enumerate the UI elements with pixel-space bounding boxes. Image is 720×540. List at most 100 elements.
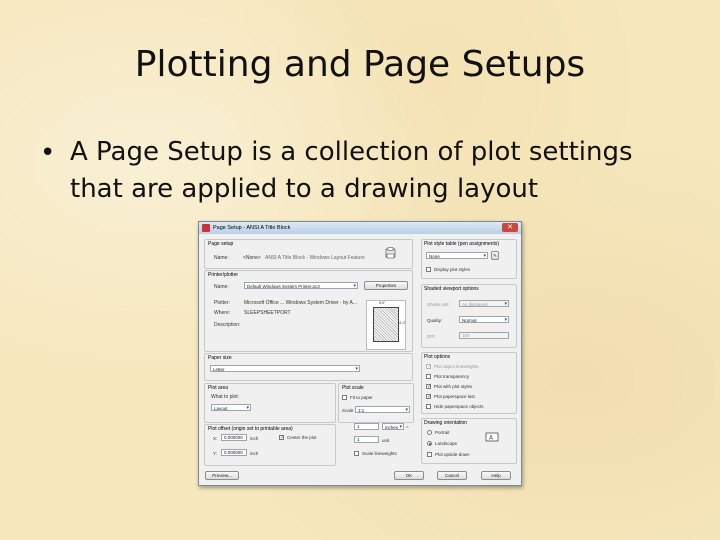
page-setup-group xyxy=(204,239,413,269)
page-setup-name-label: Name: xyxy=(214,255,229,261)
preview-button[interactable]: Preview... xyxy=(205,471,239,480)
scale-units-select[interactable]: inches ▾ xyxy=(382,423,404,430)
preview-width: 8.5" xyxy=(379,301,386,305)
paper-size-value: Letter xyxy=(213,367,225,372)
scale-paper-units-input[interactable]: 1 xyxy=(354,423,379,430)
hide-paperspace-label: Hide paperspace objects xyxy=(434,404,484,409)
chevron-down-icon: ▾ xyxy=(483,253,486,259)
paper-preview-sheet xyxy=(373,307,399,342)
plot-style-table-value: None xyxy=(429,254,440,259)
offset-x-label: X: xyxy=(213,436,218,441)
chevron-down-icon: ▾ xyxy=(405,407,408,413)
scale-drawing-units-input[interactable]: 1 xyxy=(354,436,379,443)
dpi-label: DPI: xyxy=(427,334,436,339)
plot-upside-down-label: Plot upside-down xyxy=(435,452,470,457)
plotter-label: Plotter: xyxy=(214,300,230,306)
offset-x-input[interactable]: 0.000000 xyxy=(221,434,247,441)
edit-icon: ✎ xyxy=(493,253,497,258)
fit-to-paper-label: Fit to paper xyxy=(350,395,373,400)
offset-y-label: Y: xyxy=(213,451,218,456)
dialog-titlebar: Page Setup - ANSI A Title Block ✕ xyxy=(199,222,521,234)
plot-upside-down-checkbox[interactable] xyxy=(427,452,432,457)
page-setup-group-label: Page setup xyxy=(208,241,234,247)
portrait-radio[interactable] xyxy=(427,430,432,435)
offset-x-unit: inch xyxy=(250,436,259,441)
display-plot-styles-checkbox[interactable] xyxy=(426,267,431,272)
chevron-down-icon: ▾ xyxy=(353,283,356,289)
scale-lineweights-checkbox[interactable] xyxy=(354,451,359,456)
scale-unit-label: unit xyxy=(382,438,390,443)
scale-lineweights-label: Scale lineweights xyxy=(362,451,397,456)
where-value: SLEEPSHEETPORT xyxy=(244,310,291,316)
center-plot-label: Center the plot xyxy=(287,435,317,440)
plot-style-table-label: Plot style table (pen assignments) xyxy=(424,241,500,247)
chevron-down-icon: ▾ xyxy=(246,405,249,411)
shade-plot-select[interactable]: As displayed ▾ xyxy=(459,300,509,307)
chevron-down-icon: ▾ xyxy=(504,317,507,323)
dialog-title: Page Setup - ANSI A Title Block xyxy=(213,225,291,231)
plot-paperspace-last-label: Plot paperspace last xyxy=(434,394,475,399)
dpi-input[interactable]: 100 xyxy=(459,332,509,339)
offset-y-input[interactable]: 0.000000 xyxy=(221,449,247,456)
orientation-icon: A xyxy=(485,431,499,443)
plot-style-table-select[interactable]: None ▾ xyxy=(426,252,488,259)
plot-options-label: Plot options xyxy=(424,354,451,360)
page-setup-name-value: <None> xyxy=(243,255,261,261)
chevron-down-icon: ▾ xyxy=(504,301,507,307)
description-label: Description: xyxy=(214,322,241,328)
plot-scale-label: Plot scale xyxy=(342,385,364,391)
landscape-label: Landscape xyxy=(435,441,458,446)
plot-with-styles-label: Plot with plot styles xyxy=(434,384,473,389)
properties-button[interactable]: Properties xyxy=(364,281,408,290)
quality-select[interactable]: Normal ▾ xyxy=(459,316,509,323)
what-to-plot-select[interactable]: Layout ▾ xyxy=(211,404,251,411)
printer-name-select[interactable]: Default Windows System Printer.pc3 ▾ xyxy=(244,282,358,289)
plot-area-label: Plot area xyxy=(208,385,229,391)
paper-preview: 8.5" 11.0" xyxy=(366,300,406,350)
display-plot-styles-label: Display plot styles xyxy=(434,267,471,272)
what-to-plot-label: What to plot: xyxy=(211,394,240,400)
scale-units-value: inches xyxy=(385,425,399,430)
chevron-down-icon: ▾ xyxy=(355,366,358,372)
plot-offset-label: Plot offset (origin set to printable are… xyxy=(208,426,293,432)
center-plot-checkbox[interactable]: ✓ xyxy=(279,435,284,441)
page-setup-dialog: Page Setup - ANSI A Title Block ✕ Page s… xyxy=(198,221,522,486)
edit-plot-style-button[interactable]: ✎ xyxy=(491,251,499,260)
plot-lineweights-label: Plot object lineweights xyxy=(434,364,479,369)
hide-paperspace-checkbox[interactable] xyxy=(426,404,431,409)
printer-name-label: Name: xyxy=(214,284,229,290)
what-to-plot-value: Layout xyxy=(214,406,228,411)
plot-lineweights-checkbox[interactable]: ✓ xyxy=(426,364,431,370)
cancel-button[interactable]: Cancel xyxy=(437,471,467,480)
scale-select[interactable]: 1:1 ▾ xyxy=(355,406,410,413)
preview-height: 11.0" xyxy=(398,321,406,325)
paper-size-select[interactable]: Letter ▾ xyxy=(210,365,360,372)
quality-label: Quality: xyxy=(427,318,443,323)
plot-with-styles-checkbox[interactable]: ✓ xyxy=(426,384,431,390)
ok-button[interactable]: OK xyxy=(394,471,424,480)
portrait-label: Portrait xyxy=(435,430,450,435)
plot-transparency-checkbox[interactable] xyxy=(426,374,431,379)
bullet-text: A Page Setup is a collection of plot set… xyxy=(70,137,633,204)
help-button[interactable]: Help xyxy=(481,471,511,480)
quality-value: Normal xyxy=(462,318,477,323)
where-label: Where: xyxy=(214,310,231,316)
scale-equals: = xyxy=(406,424,409,429)
shade-plot-label: Shade plot: xyxy=(427,302,450,307)
close-button[interactable]: ✕ xyxy=(502,223,518,232)
landscape-radio[interactable] xyxy=(427,441,432,446)
page-setup-icon xyxy=(385,247,397,259)
printer-name-value: Default Windows System Printer.pc3 xyxy=(247,284,320,289)
slide-title: Plotting and Page Setups xyxy=(134,44,586,85)
plot-paperspace-last-checkbox[interactable]: ✓ xyxy=(426,394,431,400)
fit-to-paper-checkbox[interactable] xyxy=(342,395,347,400)
printer-group-label: Printer/plotter xyxy=(208,272,239,278)
chevron-down-icon: ▾ xyxy=(399,424,402,430)
scale-value: 1:1 xyxy=(358,408,365,413)
paper-size-label: Paper size xyxy=(208,355,232,361)
plotter-value: Microsoft Office ... Windows System Driv… xyxy=(244,300,357,306)
bullet-marker: • xyxy=(40,138,56,168)
offset-y-unit: inch xyxy=(250,451,259,456)
plot-transparency-label: Plot transparency xyxy=(434,374,470,379)
scale-label: Scale: xyxy=(342,408,355,413)
